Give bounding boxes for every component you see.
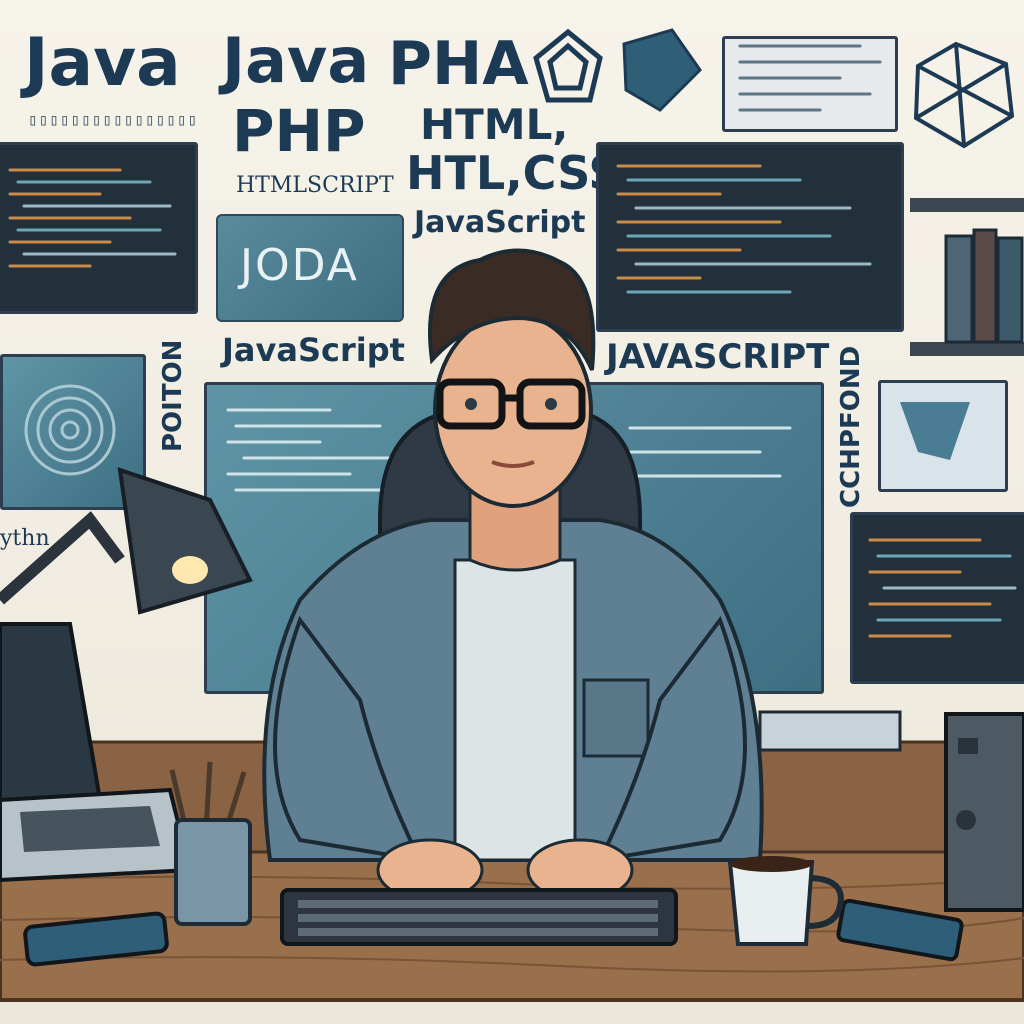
books-icon [910,198,1024,356]
fingerprint-art [24,384,116,476]
illustration-art [0,28,1024,1002]
shirt-pocket [582,678,650,758]
lamp-icon [0,467,253,615]
keyboard-icon [280,888,678,946]
abstract-shape [900,402,970,460]
pc-tower-icon [944,712,1024,912]
gem-outline-icon [533,28,603,103]
globe-gem-icon [913,41,1015,149]
eye-left [465,398,477,410]
person-face [433,312,593,508]
gem-solid-icon [622,28,702,112]
person-tshirt [453,558,577,862]
desk-device [758,710,902,752]
eye-right [545,398,557,410]
illustration-canvas: Java ▯▯▯▯▯▯▯▯▯▯▯▯▯▯▯▯ Java PHA PHP HTML,… [0,0,1024,1024]
